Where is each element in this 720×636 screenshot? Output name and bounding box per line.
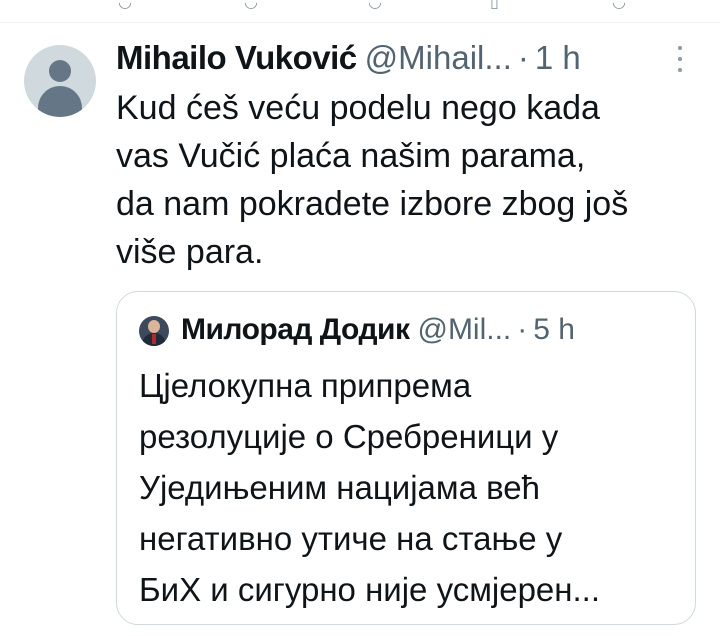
tweet-header: Mihailo Vuković @Mihail... · 1 h: [116, 38, 581, 78]
separator-dot: ·: [517, 39, 529, 76]
quoted-text-line: Уједињеним нацијама већ: [139, 469, 540, 506]
quoted-text-line: резолуције о Сребреници у: [139, 418, 559, 455]
quoted-tweet-header: Милорад Додик @Mil... · 5 h: [181, 310, 575, 350]
quoted-author-handle: @Mil...: [417, 313, 512, 346]
tweet-time[interactable]: 1 h: [535, 39, 581, 77]
quoted-author-name: Милорад Додик: [181, 313, 410, 346]
reply-icon[interactable]: ◡: [118, 0, 132, 12]
profile-photo-icon: [139, 316, 169, 346]
quoted-tweet-time: 5 h: [533, 313, 575, 346]
like-icon[interactable]: ◡: [368, 0, 382, 12]
quoted-text-line: негативно утиче на стање у: [139, 520, 563, 557]
author-handle[interactable]: @Mihail...: [365, 39, 512, 77]
quoted-text-line: БиХ и сигурно није усмјерен...: [139, 571, 601, 608]
tweet-text-line: Kud ćeš veću podelu nego kada: [116, 89, 600, 127]
views-icon[interactable]: ▯: [490, 0, 499, 12]
tweet-text: Kud ćeš veću podelu nego kada vas Vučić …: [116, 84, 706, 276]
tweet-text-line: da nam pokradete izbore zbog još: [116, 185, 629, 223]
separator-dot: ·: [517, 313, 528, 346]
retweet-icon[interactable]: ◡: [244, 0, 258, 12]
previous-tweet-action-bar: ◡ ◡ ◡ ▯ ◡: [0, 0, 720, 23]
quoted-tweet-card[interactable]: Милорад Додик @Mil... · 5 h Цјелокупна п…: [116, 291, 696, 625]
quoted-text-line: Цјелокупна припрема: [139, 367, 472, 404]
share-icon[interactable]: ◡: [612, 0, 626, 12]
tweet-text-line: više para.: [116, 233, 264, 271]
default-profile-icon[interactable]: [24, 45, 96, 117]
tweet-text-line: vas Vučić plaća našim parama,: [116, 137, 586, 175]
author-name[interactable]: Mihailo Vuković: [116, 39, 357, 77]
quoted-tweet-text: Цјелокупна припрема резолуције о Сребрен…: [139, 360, 679, 615]
more-vertical-icon[interactable]: [674, 46, 686, 72]
